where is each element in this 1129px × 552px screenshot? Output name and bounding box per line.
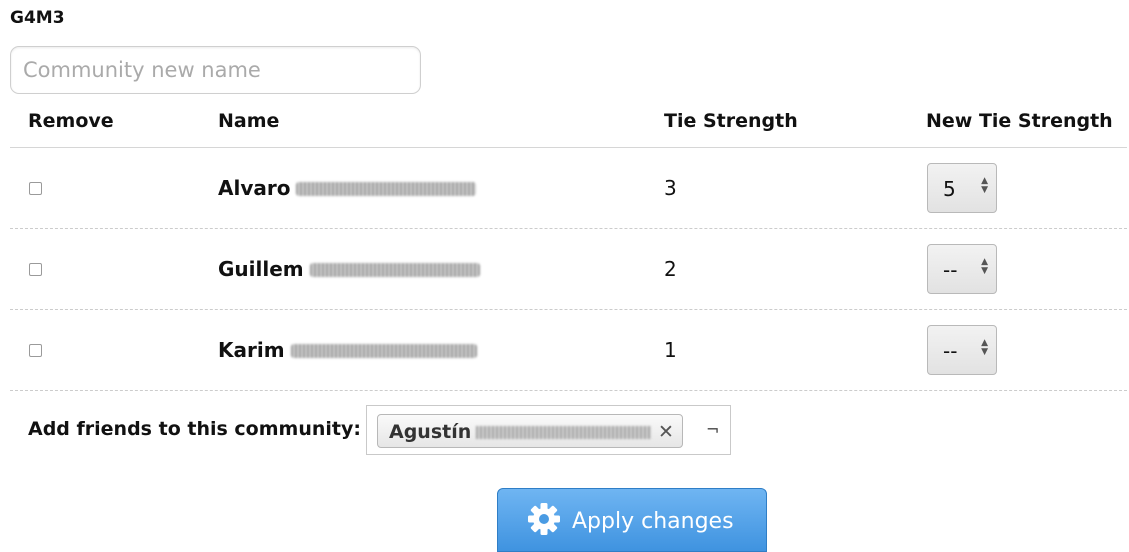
- add-friends-label: Add friends to this community:: [28, 418, 361, 440]
- table-row: Karim 1 -- ▲ ▼: [10, 310, 1127, 391]
- dropdown-caret-icon[interactable]: ¬: [706, 420, 719, 439]
- tie-strength-value: 3: [664, 176, 677, 200]
- community-name-input[interactable]: [10, 46, 421, 94]
- friend-first-name: Alvaro: [218, 176, 291, 200]
- friend-name: Karim: [218, 338, 477, 362]
- blurred-surname: [296, 182, 477, 196]
- new-tie-strength-select[interactable]: -- ▲ ▼: [927, 244, 997, 294]
- tie-strength-value: 2: [664, 257, 677, 281]
- tie-strength-value: 1: [664, 338, 677, 362]
- gear-icon: [528, 503, 560, 535]
- add-friends-input[interactable]: Agustín ✕ ¬: [366, 405, 731, 455]
- remove-chip-icon[interactable]: ✕: [658, 421, 674, 443]
- blurred-surname: [290, 344, 477, 358]
- remove-checkbox[interactable]: [29, 182, 42, 195]
- new-tie-strength-select[interactable]: -- ▲ ▼: [927, 325, 997, 375]
- header-tie-strength: Tie Strength: [664, 110, 798, 132]
- new-tie-strength-value: 5: [943, 177, 956, 201]
- new-tie-strength-select[interactable]: 5 ▲ ▼: [927, 163, 997, 213]
- header-remove: Remove: [28, 110, 114, 132]
- friend-first-name: Karim: [218, 338, 285, 362]
- select-arrows-icon: ▲ ▼: [981, 257, 988, 276]
- select-arrows-icon: ▲ ▼: [981, 338, 988, 357]
- table-row: Alvaro 3 5 ▲ ▼: [10, 148, 1127, 229]
- new-tie-strength-value: --: [943, 258, 958, 282]
- select-arrows-icon: ▲ ▼: [981, 176, 988, 195]
- new-tie-strength-value: --: [943, 339, 958, 363]
- row-divider: [10, 390, 1127, 391]
- header-new-tie-strength: New Tie Strength: [926, 110, 1113, 132]
- blurred-surname: [309, 263, 480, 277]
- friend-name: Guillem: [218, 257, 480, 281]
- remove-checkbox[interactable]: [29, 344, 42, 357]
- selected-friend-name: Agustín: [389, 421, 472, 443]
- blurred-surname: [476, 426, 651, 439]
- header-name: Name: [218, 110, 280, 132]
- table-row: Guillem 2 -- ▲ ▼: [10, 229, 1127, 310]
- community-title: G4M3: [10, 8, 65, 28]
- apply-changes-label: Apply changes: [572, 509, 734, 534]
- friend-first-name: Guillem: [218, 257, 304, 281]
- friend-name: Alvaro: [218, 176, 477, 200]
- remove-checkbox[interactable]: [29, 263, 42, 276]
- selected-friend-chip: Agustín ✕: [377, 414, 683, 448]
- apply-changes-button[interactable]: Apply changes: [497, 488, 767, 552]
